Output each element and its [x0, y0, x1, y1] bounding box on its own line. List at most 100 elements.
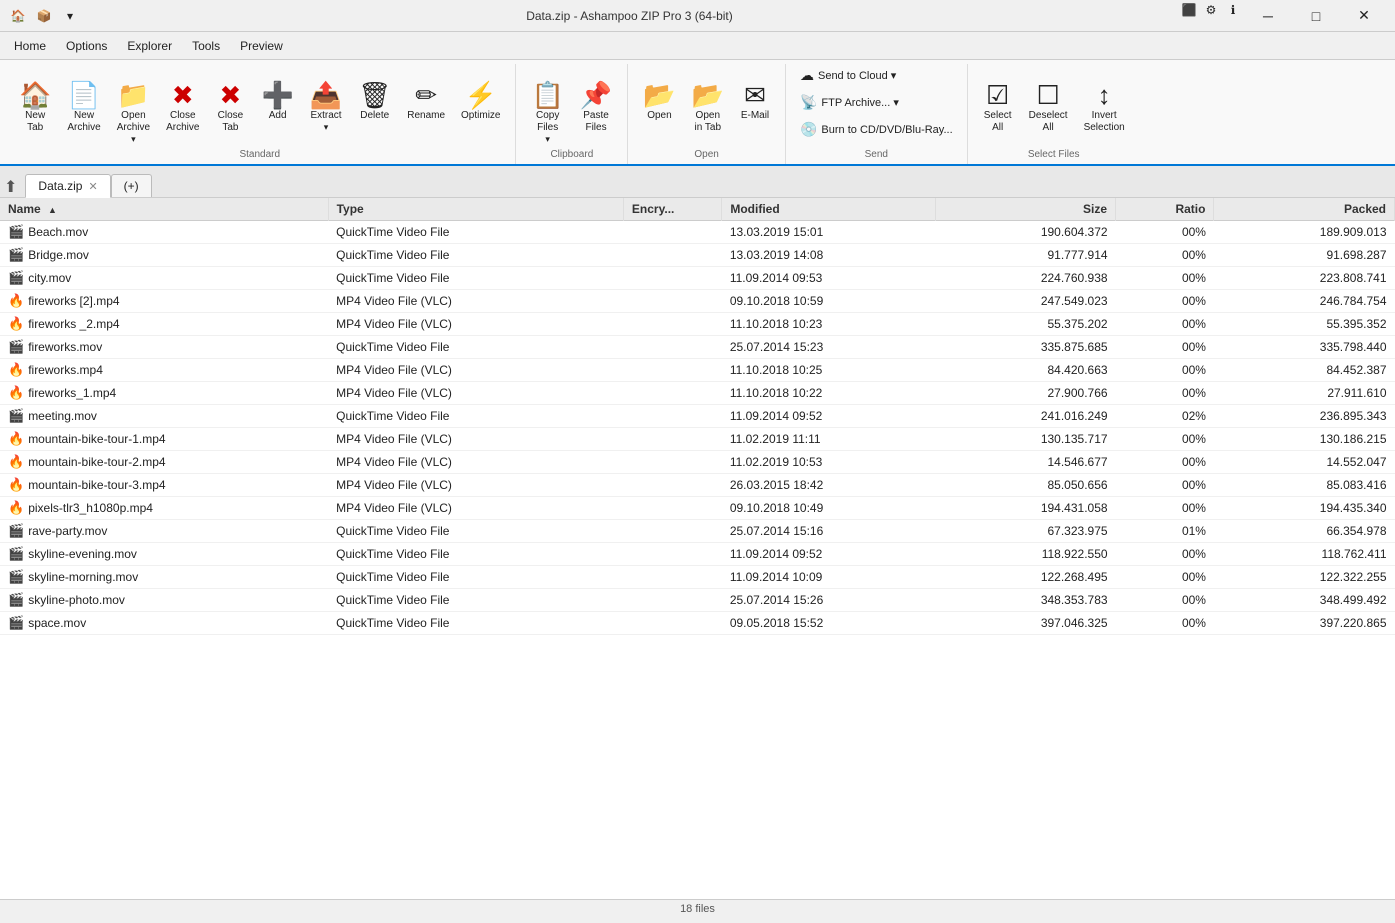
extract-button[interactable]: 📤 Extract: [303, 77, 349, 145]
cell-encrypted: [623, 290, 721, 313]
table-row[interactable]: 🔥mountain-bike-tour-3.mp4MP4 Video File …: [0, 474, 1395, 497]
table-row[interactable]: 🎬skyline-morning.movQuickTime Video File…: [0, 566, 1395, 589]
add-tab-label: (+): [124, 179, 139, 193]
tab-label: Data.zip: [38, 179, 82, 193]
cell-name: 🎬skyline-evening.mov: [0, 543, 328, 566]
cell-ratio: 00%: [1116, 244, 1214, 267]
col-modified[interactable]: Modified: [722, 198, 935, 221]
file-table-wrapper: Name ▲ Type Encry... Modified Size Ratio…: [0, 198, 1395, 899]
file-icon: 🔥: [8, 293, 24, 308]
menubar: Home Options Explorer Tools Preview: [0, 32, 1395, 60]
menu-tools[interactable]: Tools: [182, 36, 230, 56]
add-button[interactable]: ➕ Add: [254, 77, 300, 145]
cell-ratio: 00%: [1116, 382, 1214, 405]
table-row[interactable]: 🎬skyline-evening.movQuickTime Video File…: [0, 543, 1395, 566]
minimize-button[interactable]: ─: [1245, 0, 1291, 32]
paste-files-button[interactable]: 📌 PasteFiles: [573, 77, 619, 145]
cell-name: 🎬skyline-photo.mov: [0, 589, 328, 612]
app-icon[interactable]: 📦: [34, 6, 54, 26]
ftp-archive-button[interactable]: 📡 FTP Archive... ▾: [794, 91, 959, 114]
table-row[interactable]: 🎬meeting.movQuickTime Video File11.09.20…: [0, 405, 1395, 428]
menu-home[interactable]: Home: [4, 36, 56, 56]
info-icon[interactable]: ℹ: [1223, 0, 1243, 20]
close-button[interactable]: ✕: [1341, 0, 1387, 32]
select-all-button[interactable]: ☑ SelectAll: [976, 77, 1020, 145]
menu-explorer[interactable]: Explorer: [117, 36, 182, 56]
cell-type: QuickTime Video File: [328, 520, 623, 543]
cell-packed: 335.798.440: [1214, 336, 1395, 359]
add-icon: ➕: [261, 82, 293, 108]
close-archive-button[interactable]: ✖ CloseArchive: [159, 77, 206, 145]
copy-files-button[interactable]: 📋 CopyFiles: [524, 77, 570, 145]
table-row[interactable]: 🔥fireworks.mp4MP4 Video File (VLC)11.10.…: [0, 359, 1395, 382]
titlebar: 🏠 📦 ▾ Data.zip - Ashampoo ZIP Pro 3 (64-…: [0, 0, 1395, 32]
tab-data-zip[interactable]: Data.zip ✕: [25, 174, 110, 198]
table-row[interactable]: 🔥fireworks [2].mp4MP4 Video File (VLC)09…: [0, 290, 1395, 313]
table-row[interactable]: 🎬city.movQuickTime Video File11.09.2014 …: [0, 267, 1395, 290]
rename-button[interactable]: ✏ Rename: [400, 77, 452, 145]
invert-selection-button[interactable]: ↕ InvertSelection: [1077, 77, 1132, 145]
send-to-cloud-button[interactable]: ☁ Send to Cloud ▾: [794, 64, 959, 87]
open-archive-button[interactable]: 📁 OpenArchive: [110, 77, 157, 145]
table-row[interactable]: 🎬Bridge.movQuickTime Video File13.03.201…: [0, 244, 1395, 267]
file-icon: 🔥: [8, 316, 24, 331]
tab-add[interactable]: (+): [111, 174, 152, 197]
cell-modified: 11.02.2019 11:11: [722, 428, 935, 451]
table-row[interactable]: 🔥pixels-tlr3_h1080p.mp4MP4 Video File (V…: [0, 497, 1395, 520]
close-tab-icon: ✖: [220, 82, 242, 108]
cell-ratio: 00%: [1116, 313, 1214, 336]
open-in-tab-button[interactable]: 📂 Openin Tab: [685, 77, 731, 145]
cell-modified: 11.09.2014 09:52: [722, 543, 935, 566]
col-type[interactable]: Type: [328, 198, 623, 221]
gear-icon[interactable]: ⚙: [1201, 0, 1221, 20]
menu-preview[interactable]: Preview: [230, 36, 293, 56]
new-archive-button[interactable]: 📄 NewArchive: [60, 77, 107, 145]
maximize-button[interactable]: □: [1293, 0, 1339, 32]
ribbon-group-clipboard: 📋 CopyFiles 📌 PasteFiles Clipboard: [516, 64, 628, 164]
table-row[interactable]: 🔥mountain-bike-tour-1.mp4MP4 Video File …: [0, 428, 1395, 451]
file-icon: 🎬: [8, 523, 24, 538]
ribbon-group-send: ☁ Send to Cloud ▾ 📡 FTP Archive... ▾ 💿 B…: [786, 64, 968, 164]
email-button[interactable]: ✉ E-Mail: [733, 77, 777, 145]
open-in-tab-icon: 📂: [692, 82, 724, 108]
send-group-label: Send: [794, 145, 959, 160]
col-ratio[interactable]: Ratio: [1116, 198, 1214, 221]
cell-encrypted: [623, 428, 721, 451]
table-row[interactable]: 🎬space.movQuickTime Video File09.05.2018…: [0, 612, 1395, 635]
col-size[interactable]: Size: [935, 198, 1115, 221]
cell-ratio: 02%: [1116, 405, 1214, 428]
cell-name: 🎬skyline-morning.mov: [0, 566, 328, 589]
upload-icon[interactable]: ⬆: [4, 177, 17, 197]
optimize-button[interactable]: ⚡ Optimize: [454, 77, 507, 145]
table-row[interactable]: 🔥mountain-bike-tour-2.mp4MP4 Video File …: [0, 451, 1395, 474]
col-name[interactable]: Name ▲: [0, 198, 328, 221]
new-tab-button[interactable]: 🏠 NewTab: [12, 77, 58, 145]
table-row[interactable]: 🎬fireworks.movQuickTime Video File25.07.…: [0, 336, 1395, 359]
table-row[interactable]: 🎬skyline-photo.movQuickTime Video File25…: [0, 589, 1395, 612]
cell-modified: 11.09.2014 10:09: [722, 566, 935, 589]
menu-options[interactable]: Options: [56, 36, 117, 56]
dropdown-icon[interactable]: ▾: [60, 6, 80, 26]
cell-type: MP4 Video File (VLC): [328, 359, 623, 382]
cell-size: 85.050.656: [935, 474, 1115, 497]
deselect-all-button[interactable]: ☐ DeselectAll: [1022, 77, 1075, 145]
table-row[interactable]: 🔥fireworks_1.mp4MP4 Video File (VLC)11.1…: [0, 382, 1395, 405]
file-icon: 🎬: [8, 592, 24, 607]
ftp-label: FTP Archive... ▾: [821, 96, 898, 109]
table-row[interactable]: 🎬rave-party.movQuickTime Video File25.07…: [0, 520, 1395, 543]
cell-encrypted: [623, 566, 721, 589]
cell-type: MP4 Video File (VLC): [328, 497, 623, 520]
table-row[interactable]: 🔥fireworks _2.mp4MP4 Video File (VLC)11.…: [0, 313, 1395, 336]
cell-size: 241.016.249: [935, 405, 1115, 428]
cell-size: 84.420.663: [935, 359, 1115, 382]
tab-close-icon[interactable]: ✕: [88, 180, 97, 193]
burn-cd-button[interactable]: 💿 Burn to CD/DVD/Blu-Ray...: [794, 118, 959, 141]
col-packed[interactable]: Packed: [1214, 198, 1395, 221]
home-icon[interactable]: 🏠: [8, 6, 28, 26]
col-encrypted[interactable]: Encry...: [623, 198, 721, 221]
open-button[interactable]: 📂 Open: [636, 77, 682, 145]
table-row[interactable]: 🎬Beach.movQuickTime Video File13.03.2019…: [0, 221, 1395, 244]
delete-button[interactable]: 🗑 Delete: [351, 77, 398, 145]
close-tab-button[interactable]: ✖ CloseTab: [208, 77, 252, 145]
external-icon[interactable]: ⬛: [1179, 0, 1199, 20]
